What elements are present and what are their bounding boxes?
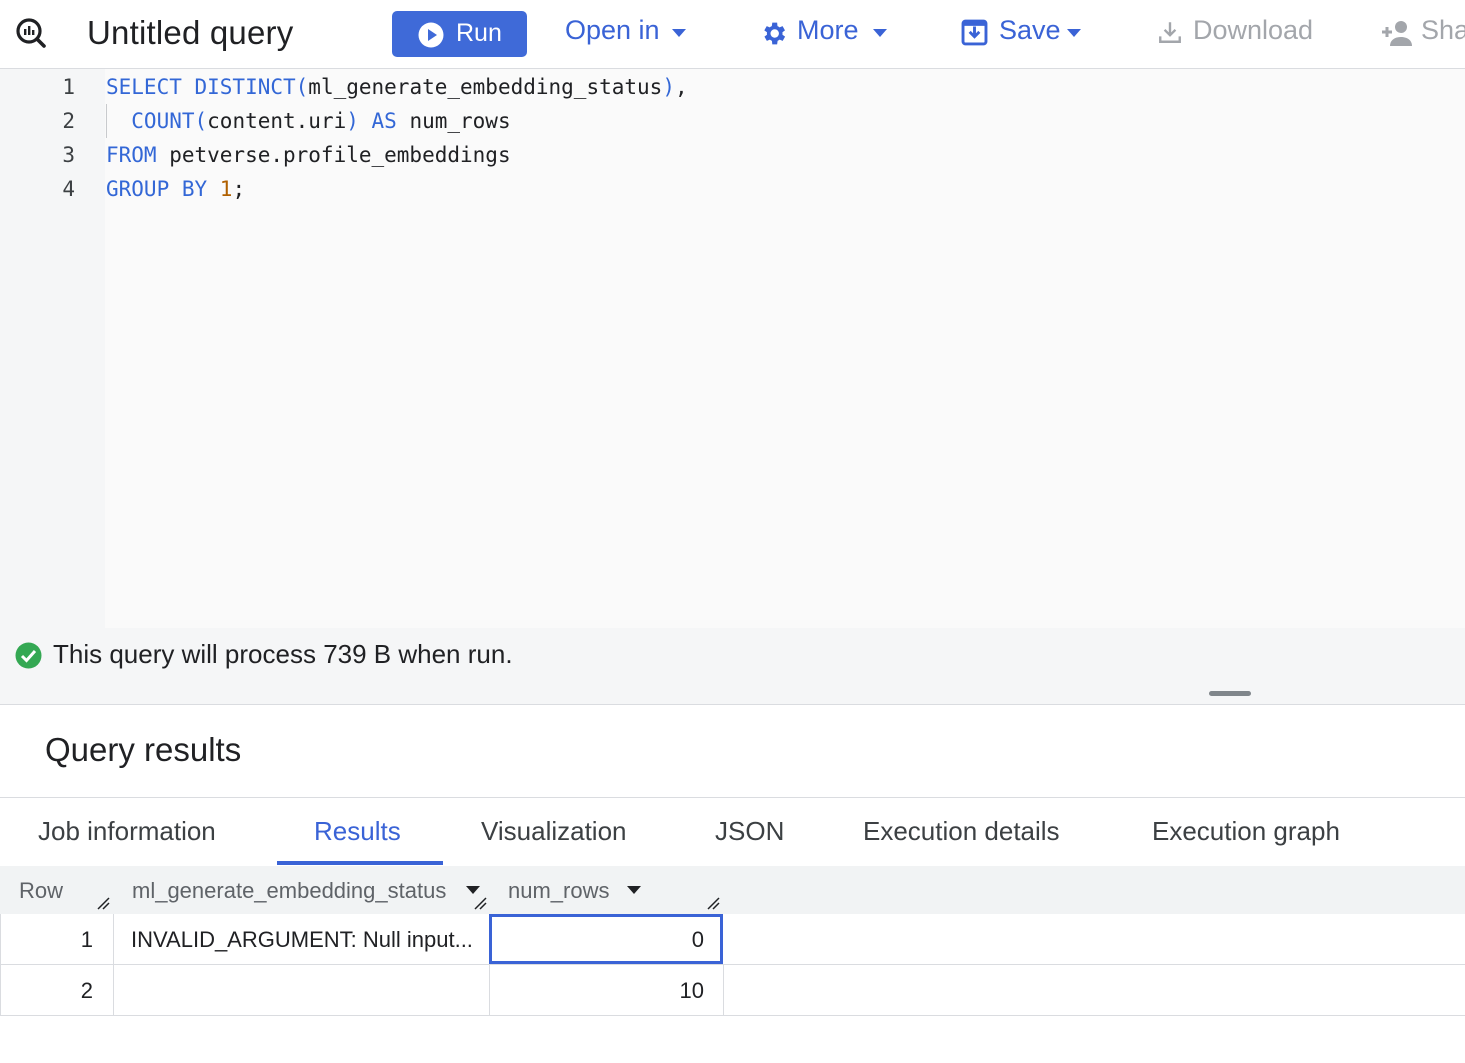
row-number: 2 [80,978,93,1003]
tab-execution-graph[interactable]: Execution graph [1152,816,1340,847]
code-line[interactable]: FROM petverse.profile_embeddings [106,143,511,167]
code-token: ml_generate_embedding_status [308,75,663,99]
line-number: 3 [62,143,75,167]
code-line[interactable]: GROUP BY 1; [106,177,245,201]
row-number-cell: 1 [0,914,114,964]
share-label: Sha [1421,15,1465,45]
check-circle-icon [15,642,42,669]
save-label: Save [999,15,1061,45]
sort-caret-down-icon[interactable] [627,886,641,894]
code-line[interactable]: COUNT(content.uri) AS num_rows [106,109,511,133]
share-button[interactable]: Sha [1380,15,1465,51]
status-cell[interactable]: INVALID_ARGUMENT: Null input... [114,914,490,964]
download-button[interactable]: Download [1157,15,1322,51]
results-title: Query results [45,731,242,768]
row-number: 1 [80,927,93,952]
table-row: 2 10 [0,965,1465,1016]
chevron-down-icon [873,29,887,37]
active-tab-indicator [277,861,443,865]
code-token: GROUP BY [106,177,220,201]
table-row: 1 INVALID_ARGUMENT: Null input... 0 [0,914,1465,965]
tab-execution-details[interactable]: Execution details [863,816,1060,847]
code-token: SELECT DISTINCT( [106,75,309,99]
bigquery-logo-icon [16,18,46,48]
save-icon [961,19,988,46]
tab-job-information[interactable]: Job information [38,816,216,847]
line-number: 1 [62,75,75,99]
save-menu-button[interactable]: Save [960,15,1090,51]
code-token: , [674,75,688,99]
code-line[interactable]: SELECT DISTINCT(ml_generate_embedding_st… [106,75,688,99]
resize-drag-handle[interactable] [1209,691,1251,696]
chevron-down-icon [672,29,686,37]
run-button-label: Run [456,19,502,47]
run-button[interactable]: Run [392,11,527,57]
download-icon [1159,22,1181,43]
validator-message: This query will process 739 B when run. [53,639,513,669]
gear-icon [764,22,786,45]
open-in-label: Open in [565,15,660,45]
column-header-num-rows[interactable]: num_rows [508,878,609,904]
code-token: COUNT( [106,109,208,133]
code-token: 1 [219,177,233,201]
num-rows-value: 0 [691,927,704,952]
tab-results[interactable]: Results [314,816,401,847]
status-cell[interactable] [114,965,490,1015]
query-title[interactable]: Untitled query [87,14,293,52]
download-label: Download [1193,15,1314,45]
sql-editor[interactable]: 1 2 3 4 SELECT DISTINCT(ml_generate_embe… [0,69,1465,628]
line-number: 2 [62,109,75,133]
line-number: 4 [62,177,75,201]
code-token: ) [662,75,675,99]
code-token: ; [232,177,246,201]
code-token: FROM [106,143,170,167]
open-in-menu-button[interactable]: Open in [565,15,695,51]
column-header-status[interactable]: ml_generate_embedding_status [132,878,446,904]
code-token: content.uri [207,109,347,133]
more-label: More [797,15,859,45]
column-resize-icon[interactable] [96,896,110,910]
results-table-header: Row ml_generate_embedding_status num_row… [0,866,1465,915]
num-rows-value: 10 [679,978,704,1003]
query-toolbar: Untitled query Run Open in More Save Dow… [0,0,1465,69]
sort-caret-down-icon[interactable] [466,886,480,894]
column-resize-icon[interactable] [473,896,487,910]
column-header-row: Row [19,878,64,903]
num-rows-cell[interactable]: 10 [490,965,724,1015]
play-circle-icon [418,22,444,48]
code-token: petverse.profile_embeddings [169,143,511,167]
person-add-icon [1382,21,1412,46]
more-menu-button[interactable]: More [759,15,894,51]
row-number-cell: 2 [0,965,114,1015]
column-resize-icon[interactable] [706,896,720,910]
tab-visualization[interactable]: Visualization [481,816,627,847]
code-token: num_rows [409,109,511,133]
code-token: ) AS [346,109,410,133]
status-value: INVALID_ARGUMENT: Null input... [131,927,473,952]
line-number-gutter: 1 2 3 4 [0,69,105,628]
chevron-down-icon [1067,29,1081,37]
results-tab-bar: Job information Results Visualization JS… [0,797,1465,867]
tab-json[interactable]: JSON [715,816,784,847]
query-validator-bar: This query will process 739 B when run. [0,628,1465,705]
num-rows-cell-selected[interactable]: 0 [489,914,723,964]
